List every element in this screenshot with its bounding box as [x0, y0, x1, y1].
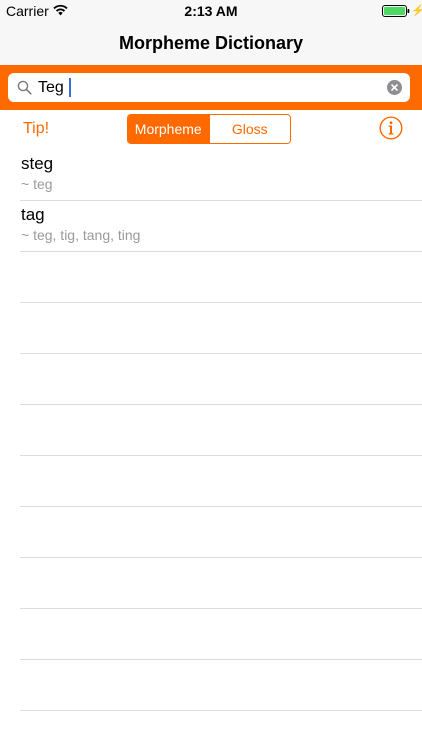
- clear-icon[interactable]: [387, 80, 402, 95]
- result-variants: ~ teg: [21, 176, 53, 192]
- empty-row: [20, 456, 422, 507]
- empty-row: [20, 405, 422, 456]
- empty-row: [20, 660, 422, 711]
- list-item[interactable]: tag ~ teg, tig, tang, ting: [20, 201, 422, 252]
- result-term: tag: [21, 205, 45, 224]
- search-input[interactable]: [38, 76, 378, 99]
- search-icon: [17, 80, 32, 95]
- list-item[interactable]: steg ~ teg: [20, 150, 422, 201]
- empty-row: [20, 507, 422, 558]
- search-field[interactable]: [8, 73, 410, 102]
- tip-button[interactable]: Tip!: [23, 120, 49, 138]
- search-bar: [0, 65, 422, 110]
- charging-icon: ⚡: [411, 5, 422, 17]
- search-mode-segmented-control: Morpheme Gloss: [127, 114, 291, 144]
- text-cursor: [69, 78, 71, 97]
- empty-row: [20, 252, 422, 303]
- toolbar: Tip! Morpheme Gloss: [0, 110, 422, 150]
- page-title: Morpheme Dictionary: [118, 33, 304, 53]
- battery-icon: [382, 5, 410, 17]
- result-term: steg: [21, 154, 54, 173]
- status-time: 2:13 AM: [184, 3, 238, 19]
- empty-row: [20, 558, 422, 609]
- empty-row: [20, 609, 422, 660]
- info-icon[interactable]: [379, 116, 403, 140]
- empty-row: [20, 303, 422, 354]
- result-variants: ~ teg, tig, tang, ting: [21, 227, 141, 243]
- status-bar: Carrier 2:13 AM ⚡: [0, 0, 422, 22]
- segment-gloss[interactable]: Gloss: [208, 115, 290, 143]
- results-list: steg ~ teg tag ~ teg, tig, tang, ting: [0, 150, 422, 711]
- segment-morpheme[interactable]: Morpheme: [128, 115, 209, 143]
- navigation-bar: Morpheme Dictionary: [0, 22, 422, 65]
- empty-row: [20, 354, 422, 405]
